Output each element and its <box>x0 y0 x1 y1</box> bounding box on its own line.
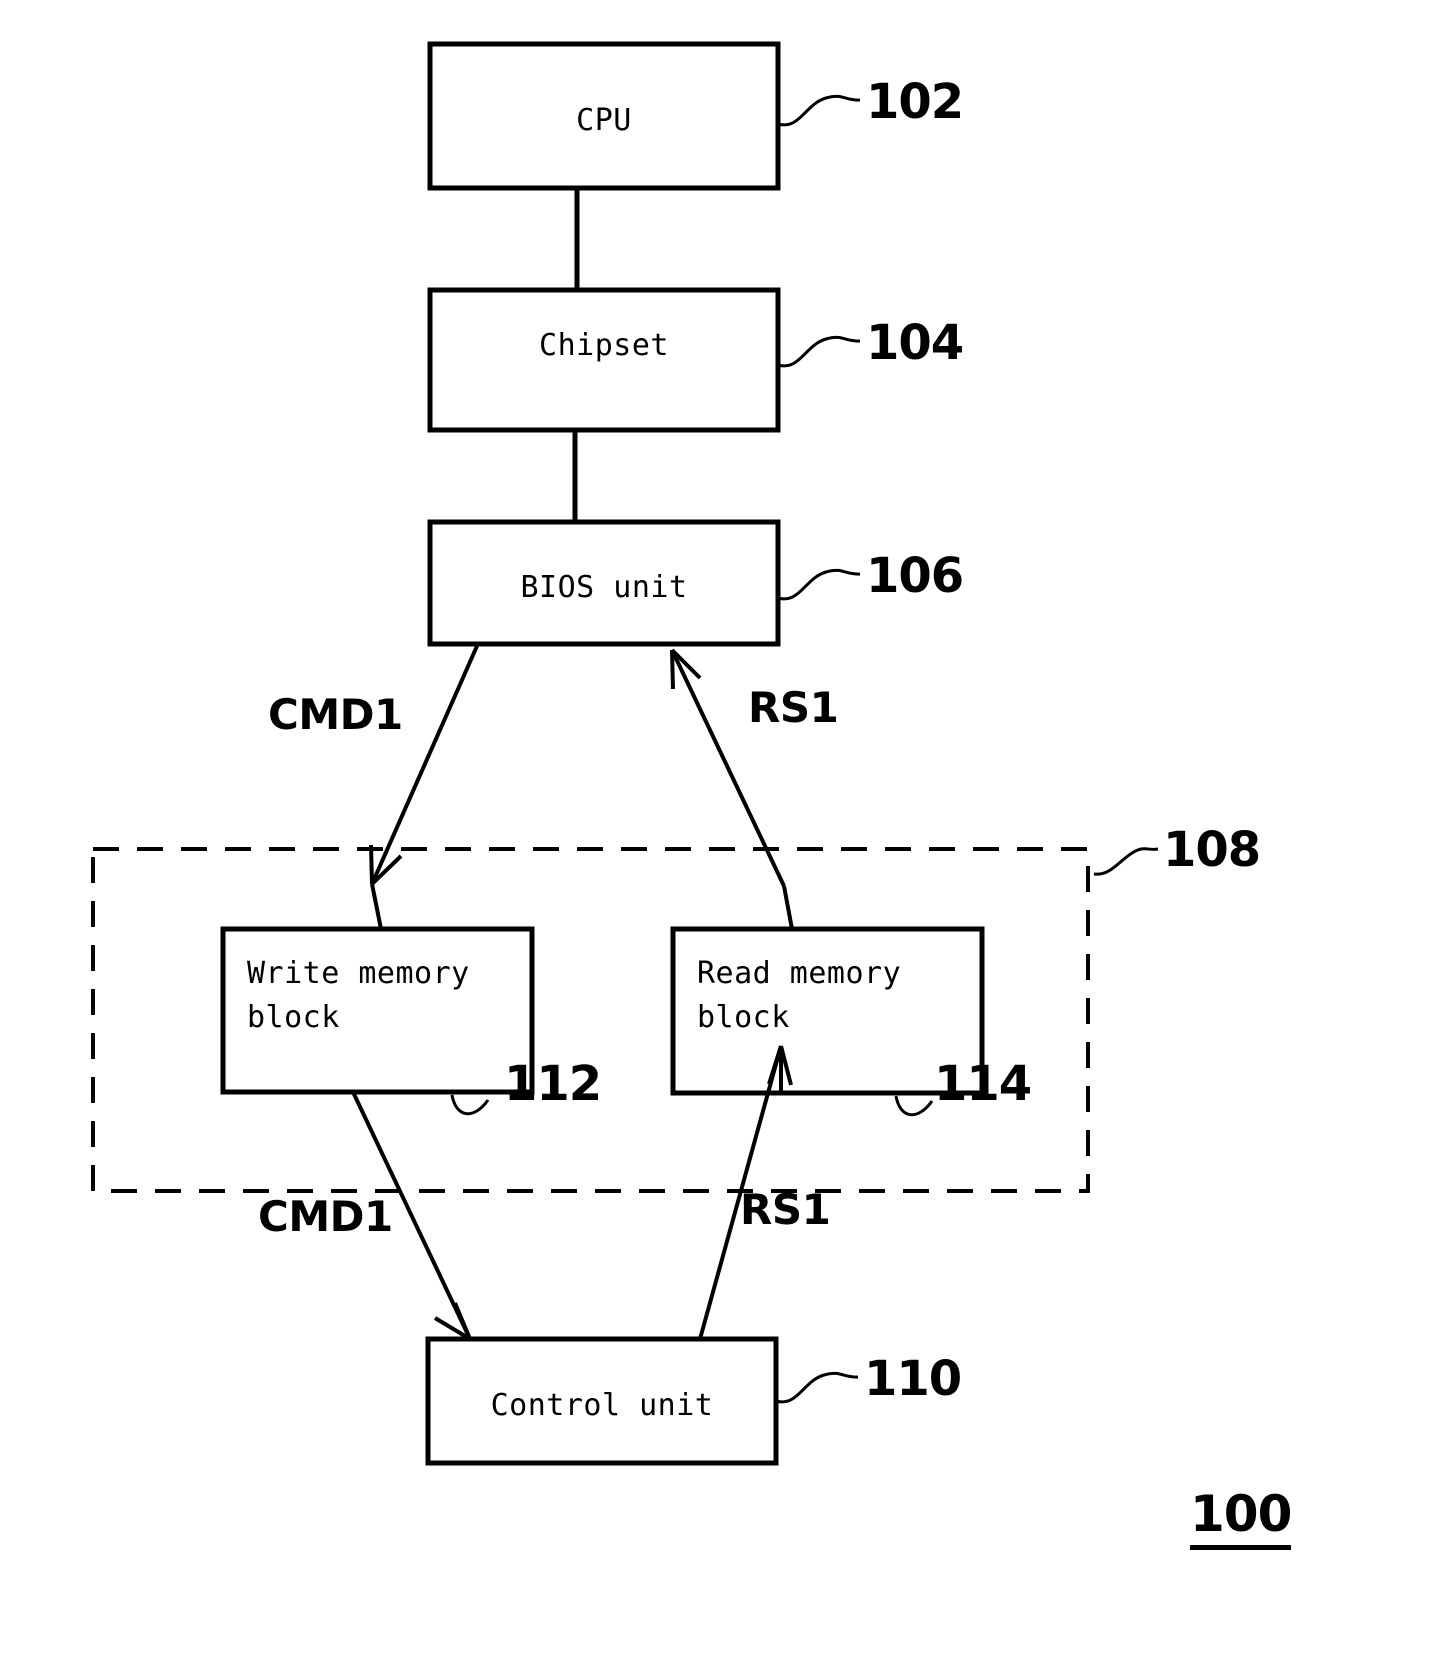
block-label-control-unit: Control unit <box>490 1388 714 1423</box>
leader-line-114 <box>894 1095 934 1117</box>
reference-number-114: 114 <box>934 1056 1032 1112</box>
reference-number-108: 108 <box>1163 822 1261 878</box>
reference-number-110: 110 <box>864 1351 962 1407</box>
signal-label-rs1-bottom: RS1 <box>740 1185 831 1234</box>
leader-line-108 <box>1093 847 1159 876</box>
arrow-stem-bios-write-memory <box>370 883 383 930</box>
leader-line-110 <box>775 1371 859 1404</box>
figure-number: 100 <box>1190 1485 1292 1550</box>
block-label-bios-unit: BIOS unit <box>520 570 688 605</box>
arrow-stem-read-memory-bios-lower <box>782 885 794 930</box>
block-label-cpu: CPU <box>576 103 632 138</box>
block-label-read-memory: Read memory block <box>697 956 902 1035</box>
reference-number-106: 106 <box>866 548 964 604</box>
signal-label-cmd1-top: CMD1 <box>268 690 403 739</box>
reference-number-112: 112 <box>504 1056 602 1112</box>
signal-label-cmd1-bottom: CMD1 <box>258 1192 393 1241</box>
leader-line-102 <box>777 94 861 127</box>
block-label-write-memory: Write memory block <box>247 956 470 1035</box>
reference-number-102: 102 <box>866 74 964 130</box>
arrowhead-write-memory-control-unit <box>433 1302 472 1341</box>
leader-line-104 <box>777 335 861 368</box>
reference-number-104: 104 <box>866 315 964 371</box>
leader-line-112 <box>450 1094 490 1116</box>
leader-line-106 <box>777 568 861 601</box>
signal-label-rs1-top: RS1 <box>748 683 839 732</box>
patent-figure-page: CPU Chipset BIOS unit Write memory block… <box>0 0 1430 1653</box>
block-label-chipset: Chipset <box>539 328 669 363</box>
